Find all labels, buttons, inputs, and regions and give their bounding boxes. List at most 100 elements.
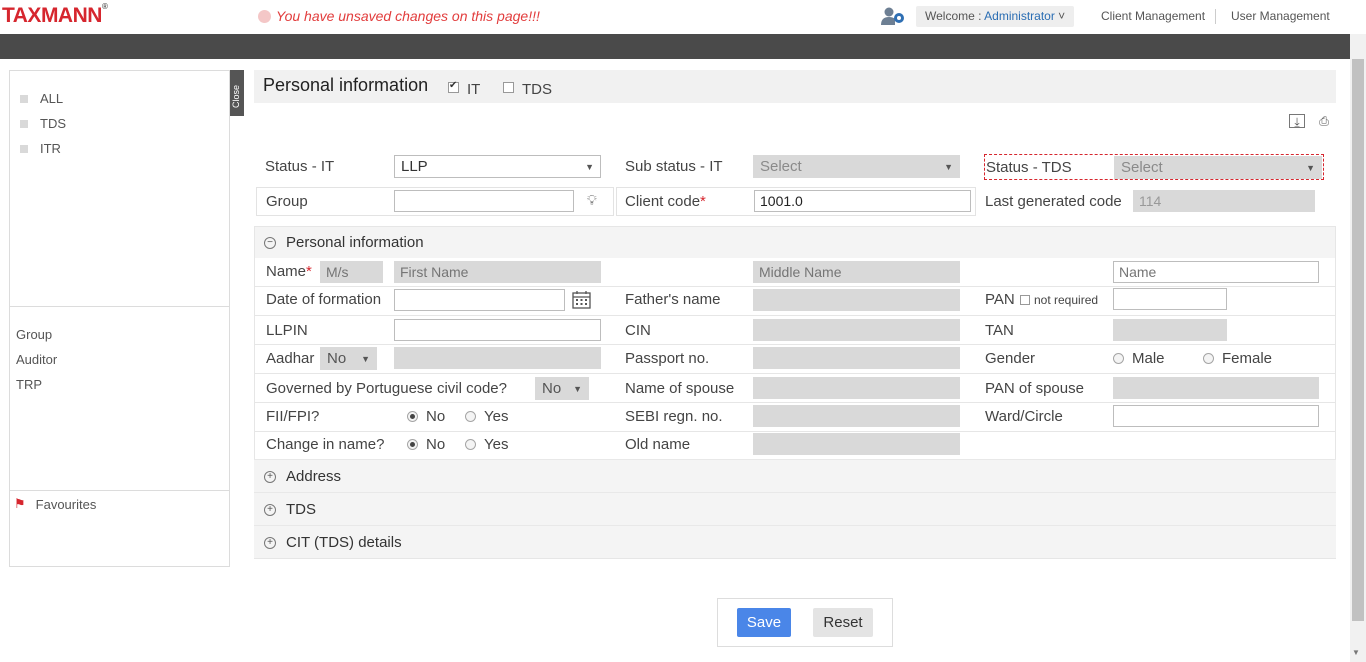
old-name-input[interactable]	[753, 433, 960, 455]
radio-label: No	[426, 408, 446, 425]
tan-label: TAN	[985, 322, 1014, 339]
checkbox-icon	[20, 94, 28, 103]
status-tds-select[interactable]: Select ▼	[1114, 156, 1322, 179]
warning-dot-icon	[258, 9, 271, 23]
radio-selected-icon[interactable]	[407, 439, 418, 450]
aadhar-value: No	[327, 350, 347, 367]
tds-section-toggle[interactable]: + TDS	[264, 501, 316, 518]
checkbox-checked-icon[interactable]	[448, 80, 459, 93]
status-tds-label: Status - TDS	[986, 159, 1072, 176]
gender-male-radio[interactable]: Male	[1113, 350, 1165, 367]
lightbulb-icon[interactable]: 💡︎	[587, 192, 597, 209]
dof-label: Date of formation	[266, 291, 382, 308]
sebi-input[interactable]	[753, 405, 960, 427]
personal-section-toggle[interactable]: − Personal information	[264, 234, 424, 251]
client-code-input[interactable]	[754, 190, 971, 212]
sub-status-select[interactable]: Select ▼	[753, 155, 960, 178]
group-input[interactable]	[394, 190, 574, 212]
row-divider	[254, 373, 1336, 374]
save-button[interactable]: Save	[737, 608, 791, 637]
fii-yes-radio[interactable]: Yes	[465, 408, 508, 425]
taxmann-logo[interactable]: TAXMANN®	[2, 2, 108, 28]
nav-user-management[interactable]: User Management	[1231, 9, 1330, 23]
radio-icon[interactable]	[465, 411, 476, 422]
sidebar-item-group[interactable]: Group	[16, 327, 52, 342]
dof-input[interactable]	[394, 289, 565, 311]
last-name-input[interactable]	[1113, 261, 1319, 283]
unsaved-warning: You have unsaved changes on this page!!!	[258, 8, 540, 24]
checkbox-icon	[20, 119, 28, 128]
middle-name-input[interactable]	[753, 261, 960, 283]
radio-selected-icon[interactable]	[407, 411, 418, 422]
filter-itr[interactable]: ITR	[20, 141, 61, 156]
name-text: Name	[266, 263, 307, 280]
checkbox-icon[interactable]	[503, 82, 514, 93]
change-name-label: Change in name?	[266, 436, 385, 453]
aadhar-select[interactable]: No ▼	[320, 347, 377, 370]
father-name-input[interactable]	[753, 289, 960, 311]
it-checkbox[interactable]: IT	[448, 77, 480, 98]
flag-icon: ⚑	[14, 496, 26, 511]
change-name-no-radio[interactable]: No	[407, 436, 445, 453]
scroll-down-arrow-icon[interactable]: ▼	[1352, 648, 1360, 657]
print-icon[interactable]: ⎙	[1316, 114, 1332, 128]
tds-section-header[interactable]	[254, 492, 1336, 525]
scrollbar-thumb[interactable]	[1352, 59, 1364, 621]
address-section-toggle[interactable]: + Address	[264, 468, 341, 485]
radio-icon[interactable]	[1113, 353, 1124, 364]
aadhar-label: Aadhar	[266, 350, 315, 367]
radio-label: Yes	[484, 436, 509, 453]
client-code-text: Client code	[625, 193, 701, 210]
download-icon[interactable]: ⤓	[1289, 114, 1305, 129]
checkbox-icon	[20, 144, 28, 153]
user-settings-icon[interactable]	[880, 6, 906, 26]
sidebar-divider	[10, 306, 229, 307]
dropdown-arrow-icon: ▼	[573, 383, 582, 394]
passport-input[interactable]	[753, 347, 960, 369]
gender-female-radio[interactable]: Female	[1203, 350, 1272, 367]
filter-label: ITR	[40, 141, 61, 156]
required-marker: *	[700, 193, 706, 210]
aadhar-input[interactable]	[394, 347, 601, 369]
cit-section-header[interactable]	[254, 525, 1336, 558]
filter-all[interactable]: ALL	[20, 91, 63, 106]
spouse-name-input[interactable]	[753, 377, 960, 399]
status-it-select[interactable]: LLP ▼	[394, 155, 601, 178]
sidebar-item-auditor[interactable]: Auditor	[16, 352, 57, 367]
nav-client-management[interactable]: Client Management	[1101, 9, 1205, 23]
tds-checkbox[interactable]: TDS	[503, 77, 552, 98]
expand-icon: +	[264, 503, 276, 516]
close-label: Close	[231, 84, 241, 108]
cin-input[interactable]	[753, 319, 960, 341]
menu-bar	[0, 34, 1366, 59]
sidebar-item-trp[interactable]: TRP	[16, 377, 42, 392]
sidebar-close-tab[interactable]: < Close	[230, 65, 244, 116]
tan-input[interactable]	[1113, 319, 1227, 341]
row-divider	[254, 402, 1336, 403]
checkbox-icon[interactable]	[1020, 295, 1030, 305]
welcome-dropdown[interactable]: Welcome : Administrator ˅	[916, 6, 1075, 27]
filter-tds[interactable]: TDS	[20, 116, 66, 131]
father-name-label: Father's name	[625, 291, 721, 308]
portuguese-select[interactable]: No ▼	[535, 377, 589, 400]
reset-button[interactable]: Reset	[813, 608, 873, 637]
radio-icon[interactable]	[1203, 353, 1214, 364]
address-section-header[interactable]	[254, 459, 1336, 492]
sidebar-favourites[interactable]: ⚑ Favourites	[14, 496, 96, 512]
chevron-left-icon: <	[233, 64, 243, 70]
sebi-label: SEBI regn. no.	[625, 408, 723, 425]
fii-no-radio[interactable]: No	[407, 408, 445, 425]
ward-input[interactable]	[1113, 405, 1319, 427]
pan-input[interactable]	[1113, 288, 1227, 310]
calendar-icon[interactable]	[572, 290, 591, 309]
spouse-pan-input[interactable]	[1113, 377, 1319, 399]
radio-icon[interactable]	[465, 439, 476, 450]
pan-not-required-checkbox[interactable]: not required	[1020, 293, 1098, 307]
filter-label: TDS	[40, 116, 66, 131]
first-name-input[interactable]	[394, 261, 601, 283]
change-name-yes-radio[interactable]: Yes	[465, 436, 508, 453]
gender-label: Gender	[985, 350, 1036, 367]
cit-section-toggle[interactable]: + CIT (TDS) details	[264, 534, 402, 551]
name-prefix-input[interactable]	[320, 261, 383, 283]
llpin-input[interactable]	[394, 319, 601, 341]
